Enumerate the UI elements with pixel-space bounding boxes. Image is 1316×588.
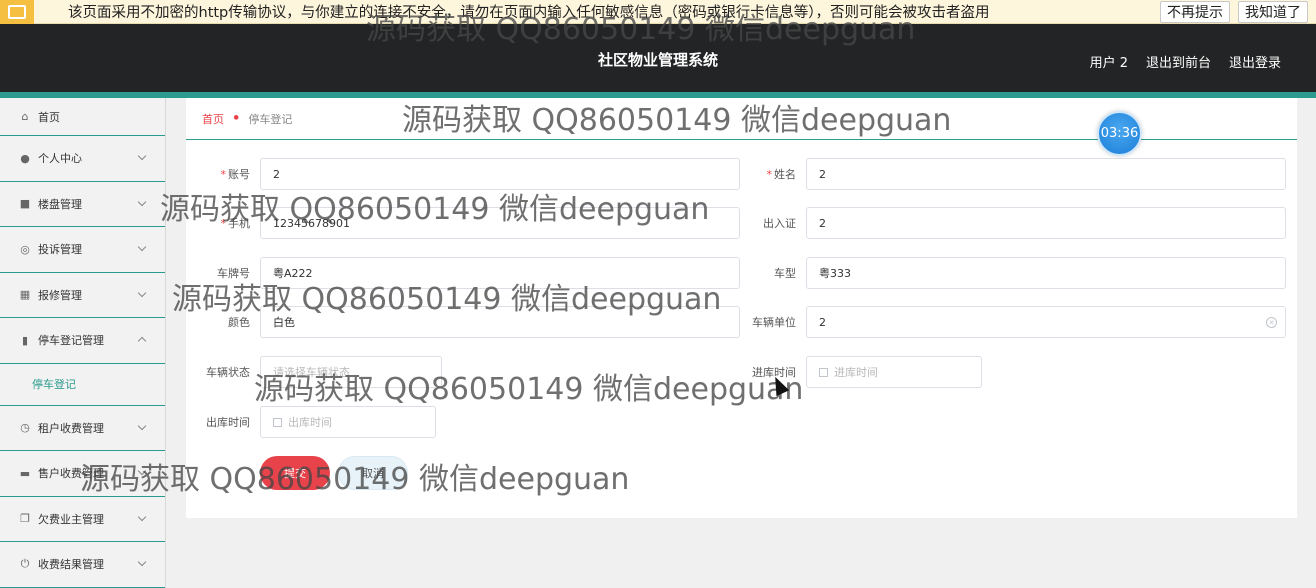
chevron-down-icon [137,421,147,430]
phone-field[interactable]: 12345678901 [260,207,740,239]
sidebar-item-label: 欠费业主管理 [38,512,104,526]
phone-label: * 手机 [220,217,251,230]
status-label: 车辆状态 [206,366,250,379]
notice-text: 该页面采用不加密的http传输协议，与你建立的连接不安全，请勿在页面内输入任何敏… [68,5,990,21]
sidebar-item-tenant-fees[interactable]: ◷ 租户收费管理 [0,406,165,451]
chevron-down-icon [137,558,147,567]
color-row: 颜色 白色 [186,306,740,338]
unit-field[interactable]: 2 ✕ [806,306,1286,338]
chevron-down-icon [137,288,147,297]
chevron-down-icon [137,243,147,252]
plate-label: 车牌号 [217,267,250,280]
sidebar-item-label: 个人中心 [38,152,82,166]
copy-icon: ❐ [20,512,30,526]
sidebar-item-label: 首页 [38,110,60,124]
account-row: * 账号 2 [186,158,740,190]
home-icon: ⌂ [21,110,29,123]
sidebar-item-profile[interactable]: ● 个人中心 [0,136,165,182]
sidebar-item-label: 停车登记管理 [38,334,104,348]
card-icon: ▬ [19,466,31,480]
user-icon: ● [20,151,30,165]
complaint-icon: ◎ [20,242,30,256]
exit-to-front-link[interactable]: 退出到前台 [1146,52,1211,71]
logout-link[interactable]: 退出登录 [1229,52,1281,71]
model-field[interactable]: 粤333 [806,257,1286,289]
chevron-down-icon [137,197,147,206]
in-time-placeholder: 进库时间 [834,366,878,379]
unit-label: 车辆单位 [752,316,796,329]
user-name[interactable]: 用户 2 [1090,52,1128,71]
sidebar-subitem-parking-register[interactable]: 停车登记 [0,364,165,406]
power-icon: ⏻ [20,557,30,571]
sidebar-item-buildings[interactable]: ■ 楼盘管理 [0,182,165,227]
color-label: 颜色 [228,316,250,329]
plate-field[interactable]: 粤A222 [260,257,740,289]
chevron-down-icon [137,467,147,476]
clear-icon[interactable]: ✕ [1266,317,1277,328]
color-field[interactable]: 白色 [260,306,740,338]
pass-field[interactable]: 2 [806,207,1286,239]
sidebar-item-label: 停车登记 [32,378,76,391]
clock-icon: ◷ [20,421,30,435]
sidebar-item-sale-fees[interactable]: ▬ 售户收费管理 [0,451,165,497]
name-label: * 姓名 [766,168,797,181]
unit-row: 车辆单位 2 ✕ [732,306,1286,338]
breadcrumb-home[interactable]: 首页 [202,111,224,127]
app-header: 社区物业管理系统 用户 2 退出到前台 退出登录 [0,24,1316,92]
sidebar-item-repairs[interactable]: ▦ 报修管理 [0,273,165,318]
sidebar-item-label: 收费结果管理 [38,558,104,572]
sidebar-item-complaints[interactable]: ◎ 投诉管理 [0,227,165,273]
out-time-placeholder: 出库时间 [288,416,332,429]
account-label: * 账号 [220,168,251,181]
main-content: 首页 ⚫ 停车登记 * 账号 2 * 姓名 2 * 手机 12345678901 出入… [186,98,1297,518]
sidebar-item-home[interactable]: ⌂ 首页 [0,98,165,136]
header-links: 用户 2 退出到前台 退出登录 [1090,52,1281,71]
sidebar-item-label: 售户收费管理 [38,467,104,481]
breadcrumb-current: 停车登记 [248,112,293,126]
unit-value: 2 [819,315,826,329]
status-select[interactable]: 请选择车辆状态 [260,356,442,388]
sidebar-item-results[interactable]: ⏻ 收费结果管理 [0,542,165,588]
chevron-up-icon [137,337,147,346]
grid-icon: ▦ [19,288,31,302]
recording-timer[interactable]: 03:36 [1097,111,1142,156]
no-remind-button[interactable]: 不再提示 [1160,0,1230,23]
pass-row: 出入证 2 [732,207,1286,239]
account-field[interactable]: 2 [260,158,740,190]
security-notice-bar: 该页面采用不加密的http传输协议，与你建立的连接不安全，请勿在页面内输入任何敏… [0,0,1316,24]
plate-row: 车牌号 粤A222 [186,257,740,289]
chevron-down-icon [137,512,147,521]
calendar-icon [819,367,828,377]
name-row: * 姓名 2 [732,158,1286,190]
got-it-button[interactable]: 我知道了 [1238,0,1308,23]
sidebar-item-label: 租户收费管理 [38,421,104,435]
building-icon: ■ [19,197,31,211]
chevron-down-icon [137,152,147,161]
pass-label: 出入证 [763,217,796,230]
breadcrumb-separator-icon: ⚫ [232,113,241,124]
in-time-picker[interactable]: 进库时间 [806,356,982,388]
name-field[interactable]: 2 [806,158,1286,190]
status-row: 车辆状态 请选择车辆状态 [186,356,442,388]
sidebar-item-label: 报修管理 [38,288,82,302]
folder-icon [0,0,34,24]
sidebar-item-label: 楼盘管理 [38,197,82,211]
phone-row: * 手机 12345678901 [186,207,740,239]
parking-icon: ▮ [21,333,29,347]
model-label: 车型 [774,267,796,280]
cancel-button[interactable]: 取消 [338,456,408,490]
out-time-label: 出库时间 [206,416,250,429]
out-time-row: 出库时间 出库时间 [186,406,436,438]
sidebar-item-arrears[interactable]: ❐ 欠费业主管理 [0,497,165,542]
out-time-picker[interactable]: 出库时间 [260,406,436,438]
sidebar: ⌂ 首页 ● 个人中心 ■ 楼盘管理 ◎ 投诉管理 ▦ 报修管理 ▮ 停车登记管… [0,98,166,588]
calendar-icon [273,417,282,427]
sidebar-item-label: 投诉管理 [38,243,82,257]
sidebar-item-parking[interactable]: ▮ 停车登记管理 [0,318,165,364]
submit-button[interactable]: 提交 [260,456,330,490]
model-row: 车型 粤333 [732,257,1286,289]
in-time-label: 进库时间 [752,366,796,379]
